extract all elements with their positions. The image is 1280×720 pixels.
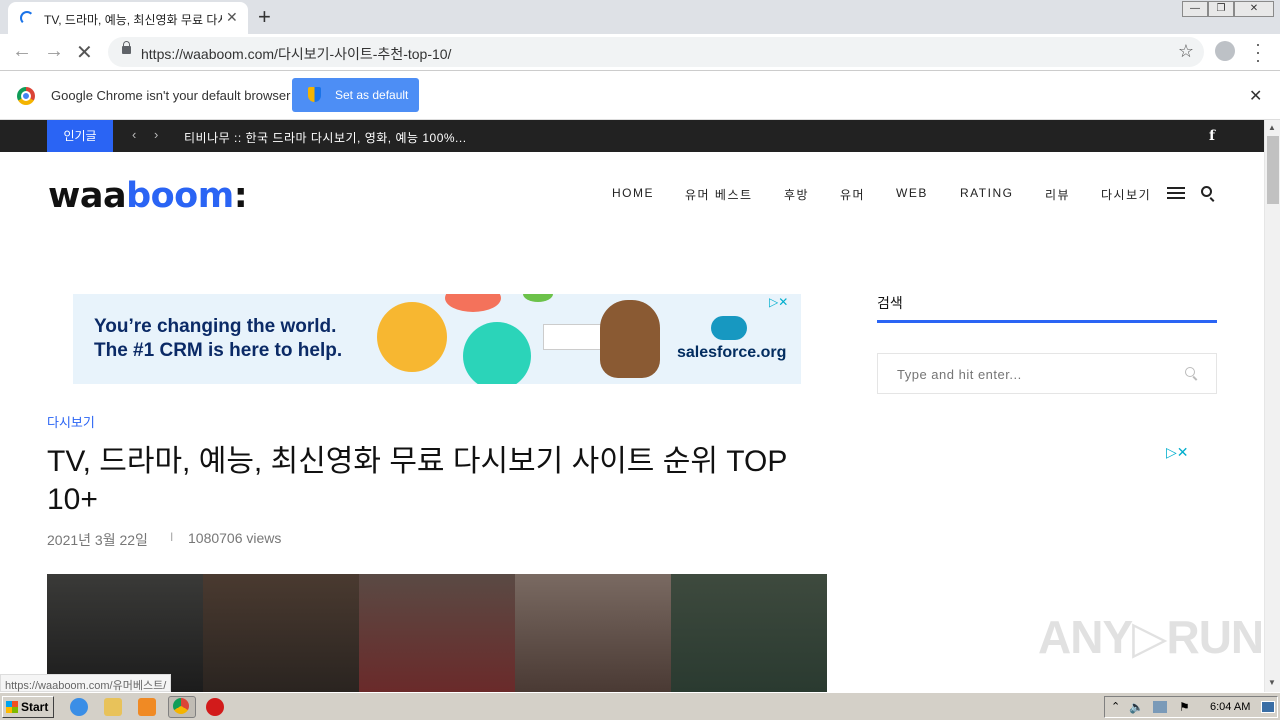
window-close-button[interactable]: ✕ bbox=[1234, 1, 1274, 17]
poster-image bbox=[515, 574, 671, 692]
logo-text-main: waa bbox=[48, 176, 127, 216]
salesforce-cloud-icon bbox=[711, 316, 747, 340]
bookmark-star-icon[interactable]: ☆ bbox=[1178, 41, 1194, 62]
ie-icon[interactable] bbox=[70, 698, 88, 716]
ad-person-circle-1 bbox=[377, 302, 447, 372]
status-bar-url: https://waaboom.com/유머베스트/ bbox=[0, 674, 172, 692]
ad-headline-2: The #1 CRM is here to help. bbox=[94, 340, 343, 361]
ad-mascot-image bbox=[600, 300, 660, 378]
meta-separator: I bbox=[170, 530, 174, 544]
article-views: 1080706 views bbox=[188, 530, 282, 546]
poster-image bbox=[671, 574, 827, 692]
default-browser-message: Google Chrome isn't your default browser bbox=[51, 88, 291, 103]
search-icon[interactable] bbox=[1201, 186, 1212, 197]
sidebar-search-input[interactable] bbox=[897, 364, 1167, 384]
nav-web[interactable]: WEB bbox=[896, 186, 928, 200]
sidebar-search-icon[interactable] bbox=[1185, 367, 1195, 377]
sidebar-adchoices-icon[interactable]: ▷✕ bbox=[1166, 444, 1189, 461]
ad-banner[interactable]: You’re changing the world. The #1 CRM is… bbox=[73, 294, 801, 384]
ad-person-circle-2 bbox=[463, 322, 531, 384]
sidebar-search-box[interactable] bbox=[877, 353, 1217, 394]
opera-icon[interactable] bbox=[206, 698, 224, 716]
ad-decor-circle bbox=[523, 294, 553, 302]
back-icon[interactable]: ← bbox=[12, 40, 32, 63]
article-date: 2021년 3월 22일 bbox=[47, 532, 148, 548]
start-button[interactable]: Start bbox=[2, 696, 54, 718]
stop-icon[interactable]: ✕ bbox=[76, 40, 93, 65]
scroll-up-icon[interactable]: ▲ bbox=[1268, 123, 1276, 132]
poster-image bbox=[359, 574, 515, 692]
anyrun-watermark: ANY▷RUN bbox=[1038, 611, 1264, 663]
nav-review[interactable]: 리뷰 bbox=[1045, 186, 1070, 203]
hamburger-menu-icon[interactable] bbox=[1167, 187, 1185, 199]
ad-brand: salesforce.org bbox=[677, 344, 787, 361]
nav-home[interactable]: HOME bbox=[612, 186, 654, 200]
tab-strip: TV, 드라마, 예능, 최신영화 무료 다시보기 사이트 순위 TOP 10+… bbox=[0, 0, 1280, 34]
nav-rating[interactable]: RATING bbox=[960, 186, 1013, 200]
volume-icon[interactable]: 🔈 bbox=[1129, 700, 1144, 714]
adchoices-icon[interactable]: ▷✕ bbox=[769, 295, 788, 309]
article-category[interactable]: 다시보기 bbox=[47, 412, 95, 431]
tab-title: TV, 드라마, 예능, 최신영화 무료 다시보기 사이트 순위 TOP 10+ bbox=[44, 13, 222, 27]
nav-humor[interactable]: 유머 bbox=[840, 186, 865, 203]
loading-spinner-icon bbox=[20, 11, 34, 25]
forward-icon[interactable]: → bbox=[44, 40, 64, 63]
ticker-prev-icon[interactable]: ‹ bbox=[132, 127, 136, 142]
nav-humor-best[interactable]: 유머 베스트 bbox=[685, 186, 753, 203]
windows-taskbar: Start ⌃ 🔈 ⚑ 6:04 AM bbox=[0, 692, 1280, 720]
ad-ui-panel bbox=[543, 324, 603, 350]
window-minimize-button[interactable]: — bbox=[1182, 1, 1208, 17]
ad-decor-circle bbox=[445, 294, 501, 312]
site-logo[interactable]: waaboom: bbox=[48, 176, 248, 216]
logo-text-brand: boom bbox=[126, 176, 234, 216]
nav-rewatch[interactable]: 다시보기 bbox=[1101, 186, 1151, 203]
site-top-bar: 인기글 ‹ › 티비나무 :: 한국 드라마 다시보기, 영화, 예능 100%… bbox=[0, 120, 1264, 152]
poster-image bbox=[203, 574, 359, 692]
chrome-icon bbox=[173, 698, 189, 714]
tray-expand-icon[interactable]: ⌃ bbox=[1111, 700, 1120, 713]
ticker-link[interactable]: 티비나무 :: 한국 드라마 다시보기, 영화, 예능 100%... bbox=[184, 129, 467, 146]
browser-tab[interactable]: TV, 드라마, 예능, 최신영화 무료 다시보기 사이트 순위 TOP 10+… bbox=[8, 2, 248, 34]
system-tray: ⌃ 🔈 ⚑ 6:04 AM bbox=[1104, 696, 1278, 718]
sidebar-title-underline bbox=[877, 320, 1217, 323]
logo-text-suffix: : bbox=[233, 176, 248, 216]
address-url[interactable]: https://waaboom.com/다시보기-사이트-추천-top-10/ bbox=[141, 44, 451, 64]
page-scrollbar[interactable]: ▲ ▼ bbox=[1264, 120, 1280, 692]
popular-posts-label: 인기글 bbox=[47, 120, 113, 152]
explorer-icon[interactable] bbox=[104, 698, 122, 716]
browser-toolbar: ← → ✕ https://waaboom.com/다시보기-사이트-추천-to… bbox=[0, 34, 1280, 71]
show-desktop-icon[interactable] bbox=[1261, 701, 1275, 713]
clock[interactable]: 6:04 AM bbox=[1210, 701, 1250, 713]
flag-icon[interactable]: ⚑ bbox=[1179, 700, 1190, 714]
facebook-icon[interactable]: f bbox=[1209, 128, 1215, 144]
network-icon[interactable] bbox=[1153, 701, 1167, 713]
scroll-thumb[interactable] bbox=[1267, 136, 1279, 204]
new-tab-button[interactable]: + bbox=[258, 4, 271, 30]
window-restore-button[interactable]: ❐ bbox=[1208, 1, 1234, 17]
profile-avatar-icon[interactable] bbox=[1215, 41, 1235, 61]
scroll-down-icon[interactable]: ▼ bbox=[1268, 678, 1276, 687]
tab-close-icon[interactable]: ✕ bbox=[226, 9, 238, 26]
menu-dots-icon[interactable]: · · · bbox=[1252, 35, 1264, 69]
media-player-icon[interactable] bbox=[138, 698, 156, 716]
article-title: TV, 드라마, 예능, 최신영화 무료 다시보기 사이트 순위 TOP 10+ bbox=[47, 445, 787, 516]
address-bar[interactable]: https://waaboom.com/다시보기-사이트-추천-top-10/ … bbox=[108, 37, 1204, 67]
chrome-logo-icon bbox=[17, 87, 35, 105]
nav-rear[interactable]: 후방 bbox=[784, 186, 809, 203]
set-as-default-button[interactable]: Set as default bbox=[292, 78, 419, 112]
sidebar-search-title: 검색 bbox=[877, 295, 903, 311]
infobar-close-icon[interactable]: ✕ bbox=[1249, 86, 1262, 106]
ad-headline-1: You’re changing the world. bbox=[94, 316, 337, 337]
shield-icon bbox=[308, 87, 321, 102]
lock-icon bbox=[122, 41, 131, 54]
ticker-next-icon[interactable]: › bbox=[154, 127, 158, 142]
default-browser-infobar: Google Chrome isn't your default browser… bbox=[0, 72, 1280, 120]
set-as-default-label: Set as default bbox=[335, 88, 409, 102]
